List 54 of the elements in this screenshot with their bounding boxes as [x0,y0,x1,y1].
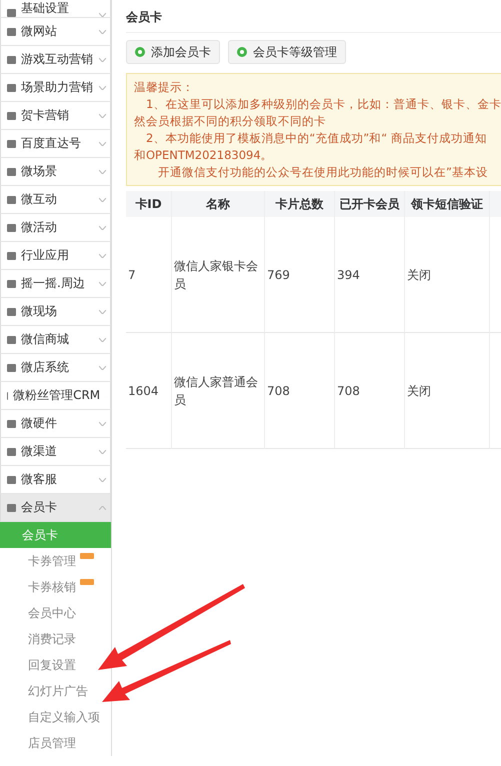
table-cell: 708 [265,333,335,449]
submenu-item[interactable]: 店员管理 [28,730,76,756]
sidebar-item[interactable]: 基础设置 [0,0,111,18]
notice-text: 开通微信支付功能的公众号在使用此功能的时候可以在”基本设 [157,165,489,179]
submenu-item[interactable]: 幻灯片广告 [28,678,88,704]
submenu-item[interactable]: 回复设置 [28,652,76,678]
sidebar-item[interactable]: 摇一摇.周边 [0,270,111,298]
notice-text: 1、在这里可以添加多种级别的会员卡，比如：普通卡、银卡、金卡 [145,97,501,111]
table-cell: 7 [126,217,172,333]
sidebar-item[interactable]: 微店系统 [0,354,111,382]
sidebar-item[interactable]: 微粉丝管理CRM [0,382,111,410]
plus-circle-icon [135,47,145,57]
sidebar-item[interactable]: 微渠道 [0,438,111,466]
table-cell: 1604 [126,333,172,449]
sidebar-item[interactable]: 微网站 [0,18,111,46]
submenu-item[interactable]: 消费记录 [28,626,76,652]
sidebar-item[interactable]: 百度直达号 [0,130,111,158]
sidebar-item[interactable]: 微互动 [0,186,111,214]
sidebar-item[interactable]: 微客服 [0,466,111,494]
table-cell: 708 [335,333,405,449]
sidebar-item[interactable]: 游戏互动营销 [0,46,111,74]
column-header: 卡片总数 [265,191,335,217]
sidebar-item[interactable]: 微信商城 [0,326,111,354]
table-cell: 394 [335,217,405,333]
notice-text: 和OPENTM202183094。 [134,148,274,162]
table-cell: 关闭 [405,333,490,449]
submenu-item[interactable]: 自定义输入项 [28,704,100,730]
toolbar-button[interactable]: 会员卡等级管理 [228,40,346,64]
sidebar-item[interactable]: 微场景 [0,158,111,186]
submenu-item[interactable]: 卡券核销 [28,574,94,600]
sidebar-item[interactable]: 会员卡 [0,494,111,522]
sidebar-item[interactable]: 微现场 [0,298,111,326]
column-header: 领卡短信验证 [405,191,490,217]
column-header: 卡ID [126,191,172,217]
plus-circle-icon [237,47,247,57]
page-title: 会员卡 [126,0,501,33]
table-cell: 769 [265,217,335,333]
notice-title: 温馨提示： [134,80,195,94]
column-header: 名称 [172,191,265,217]
table-cell: 关闭 [405,217,490,333]
submenu-item[interactable]: 会员中心 [28,600,76,626]
notice-text: 然会员根据不同的积分领取不同的卡 [134,114,327,128]
notice-text: 2、本功能使用了模板消息中的“充值成功”和“ 商品支付成功通知 [145,131,488,145]
chevron-up-icon [99,506,106,510]
sidebar-item[interactable]: 场景助力营销 [0,74,111,102]
submenu-item[interactable]: 卡券管理 [28,548,94,574]
sidebar-item[interactable]: 微活动 [0,214,111,242]
table-cell: 微信人家普通会员 [172,333,265,449]
toolbar-button[interactable]: 添加会员卡 [126,40,220,64]
column-header: 已开卡会员 [335,191,405,217]
sidebar-item[interactable]: 微硬件 [0,410,111,438]
table-cell: 微信人家银卡会员 [172,217,265,333]
sidebar-item[interactable]: 贺卡营销 [0,102,111,130]
sidebar-item[interactable]: 行业应用 [0,242,111,270]
